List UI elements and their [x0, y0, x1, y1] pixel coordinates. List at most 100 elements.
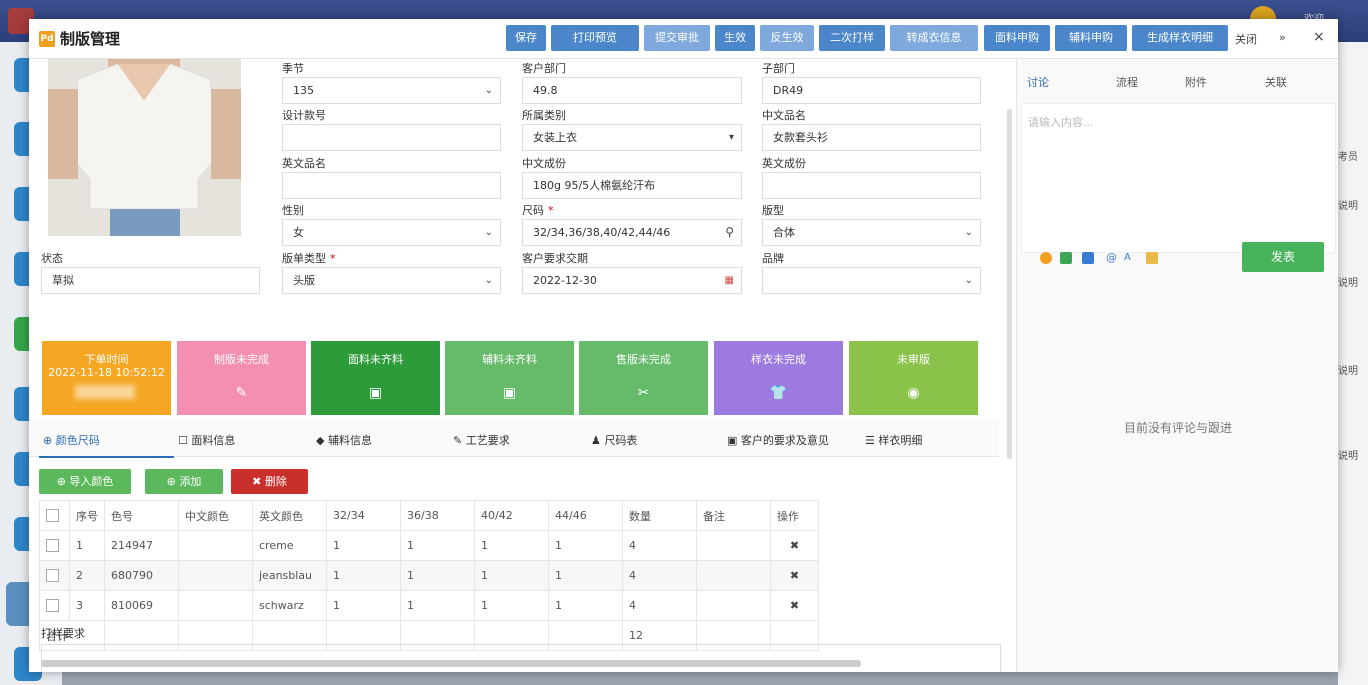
mention-icon[interactable]: @ — [1106, 252, 1118, 264]
delete-button[interactable]: ✖ 删除 — [231, 469, 308, 494]
chevron-down-icon: ▾ — [728, 132, 734, 143]
tab-color-size[interactable]: ⊕ 颜色尺码 — [43, 432, 100, 448]
cell-color-code: 680790 — [104, 560, 179, 591]
cell-qty: 4 — [622, 590, 697, 621]
season-select[interactable]: 135 ⌄ — [282, 77, 501, 104]
save-button[interactable]: 保存 — [506, 25, 546, 51]
fabric-status-tile[interactable]: 面料未齐料 ▣ — [311, 341, 440, 415]
tab-attachments[interactable]: 附件 — [1185, 74, 1207, 90]
add-button[interactable]: ⊕ 添加 — [145, 469, 223, 494]
category-label: 所属类别 — [522, 109, 566, 122]
row-select[interactable] — [39, 590, 70, 621]
import-color-button[interactable]: ⊕ 导入颜色 — [39, 469, 131, 494]
generate-sample-details-button[interactable]: 生成样衣明细 — [1132, 25, 1228, 51]
font-icon[interactable]: A — [1124, 252, 1136, 264]
tab-accessory-info[interactable]: ◆ 辅料信息 — [316, 432, 372, 448]
print-preview-button[interactable]: 打印预览 — [551, 25, 639, 51]
cell-en-color: schwarz — [252, 590, 327, 621]
design-no-field[interactable] — [282, 124, 501, 151]
en-name-field[interactable] — [282, 172, 501, 199]
status-field[interactable]: 草拟 — [41, 267, 260, 294]
horizontal-scrollbar[interactable] — [41, 660, 861, 667]
more-icon[interactable]: » — [1279, 31, 1286, 44]
brand-select[interactable]: ⌄ — [762, 267, 981, 294]
delivery-date-field[interactable]: 2022-12-30 ▦ — [522, 267, 742, 294]
cutting-status-tile[interactable]: 售版未完成 ✂ — [579, 341, 708, 415]
row-select[interactable] — [39, 530, 70, 561]
chevron-down-icon: ⌄ — [484, 275, 493, 286]
fabric-purchase-button[interactable]: 面料申购 — [984, 25, 1050, 51]
status-label: 状态 — [41, 252, 63, 265]
briefcase-icon: ▣ — [502, 385, 517, 401]
sample-status-tile[interactable]: 样衣未完成 👕 — [714, 341, 843, 415]
checkbox[interactable] — [46, 599, 59, 613]
select-all-cell[interactable] — [39, 500, 70, 531]
tab-label: 客户的要求及意见 — [740, 434, 829, 447]
submit-approval-button[interactable]: 提交审批 — [644, 25, 710, 51]
sub-dept-field[interactable]: DR49 — [762, 77, 981, 104]
required-marker: * — [548, 204, 554, 217]
tab-process-req[interactable]: ✎ 工艺要求 — [453, 432, 510, 448]
tab-label: 颜色尺码 — [55, 434, 100, 447]
close-button[interactable]: 关闭 — [1235, 31, 1257, 47]
review-status-tile[interactable]: 未审版 ◉ — [849, 341, 978, 415]
emoji-icon[interactable] — [1040, 252, 1052, 264]
close-icon[interactable]: × — [1313, 29, 1325, 45]
cn-name-field[interactable]: 女款套头衫 — [762, 124, 981, 151]
second-sample-button[interactable]: 二次打样 — [819, 25, 885, 51]
en-composition-field[interactable] — [762, 172, 981, 199]
search-icon[interactable]: ⚲ — [725, 220, 734, 245]
delete-row-icon[interactable]: ✖ — [770, 560, 819, 591]
close-icon[interactable]: ✖ — [790, 599, 799, 612]
checkbox[interactable] — [46, 569, 59, 583]
season-value: 135 — [293, 84, 314, 97]
tab-customer-feedback[interactable]: ▣ 客户的要求及意见 — [727, 432, 829, 448]
tab-discussion[interactable]: 讨论 — [1027, 74, 1049, 90]
grid-icon[interactable] — [1146, 252, 1158, 264]
delete-row-icon[interactable]: ✖ — [770, 530, 819, 561]
close-icon[interactable]: ✖ — [790, 569, 799, 582]
delete-row-icon[interactable]: ✖ — [770, 590, 819, 621]
file-icon[interactable] — [1082, 252, 1094, 264]
accessory-purchase-button[interactable]: 辅料申购 — [1055, 25, 1127, 51]
comment-input[interactable]: 请输入内容... @ A 发表 — [1021, 103, 1336, 272]
tab-sample-details[interactable]: ☰ 样衣明细 — [865, 432, 922, 448]
row-select[interactable] — [39, 560, 70, 591]
cell-cn-color — [178, 590, 253, 621]
pattern-type-select[interactable]: 头版 ⌄ — [282, 267, 501, 294]
accessory-status-tile[interactable]: 辅料未齐料 ▣ — [445, 341, 574, 415]
pattern-status-tile[interactable]: 制版未完成 ✎ — [177, 341, 306, 415]
bg-label: 考员 — [1338, 152, 1358, 163]
cell-size: 1 — [548, 560, 623, 591]
col-header: 中文颜色 — [178, 500, 253, 531]
cell-en-color: jeansblau — [252, 560, 327, 591]
vertical-scrollbar[interactable] — [1007, 109, 1012, 459]
size-field[interactable]: 32/34,36/38,40/42,44/46 ⚲ — [522, 219, 742, 246]
checkbox[interactable] — [46, 509, 59, 523]
cell-index: 2 — [69, 560, 105, 591]
cell-size: 1 — [326, 560, 401, 591]
fit-select[interactable]: 合体 ⌄ — [762, 219, 981, 246]
checkbox[interactable] — [46, 539, 59, 553]
tab-fabric-info[interactable]: ☐ 面料信息 — [178, 432, 235, 448]
cn-composition-field[interactable]: 180g 95/5人棉氨纶汗布 — [522, 172, 742, 199]
activate-button[interactable]: 生效 — [715, 25, 755, 51]
calendar-icon[interactable]: ▦ — [725, 268, 734, 293]
tab-label: 样衣明细 — [878, 434, 923, 447]
tab-workflow[interactable]: 流程 — [1116, 74, 1138, 90]
customer-dept-field[interactable]: 49.8 — [522, 77, 742, 104]
category-select[interactable]: 女装上衣 ▾ — [522, 124, 742, 151]
tab-size-chart[interactable]: ♟ 尺码表 — [591, 432, 637, 448]
comment-panel: 讨论 流程 附件 关联 请输入内容... @ A 发表 目前没有评论与跟进 — [1016, 59, 1338, 672]
image-icon[interactable] — [1060, 252, 1072, 264]
pattern-type-label-text: 版单类型 — [282, 252, 326, 265]
tab-related[interactable]: 关联 — [1265, 74, 1287, 90]
deactivate-button[interactable]: 反生效 — [760, 25, 814, 51]
size-value: 32/34,36/38,40/42,44/46 — [533, 226, 671, 239]
active-tab-indicator — [39, 456, 174, 458]
to-garment-info-button[interactable]: 转成衣信息 — [890, 25, 978, 51]
post-button[interactable]: 发表 — [1242, 242, 1324, 272]
sample-requirement-input[interactable] — [41, 644, 1001, 672]
gender-select[interactable]: 女 ⌄ — [282, 219, 501, 246]
close-icon[interactable]: ✖ — [790, 539, 799, 552]
